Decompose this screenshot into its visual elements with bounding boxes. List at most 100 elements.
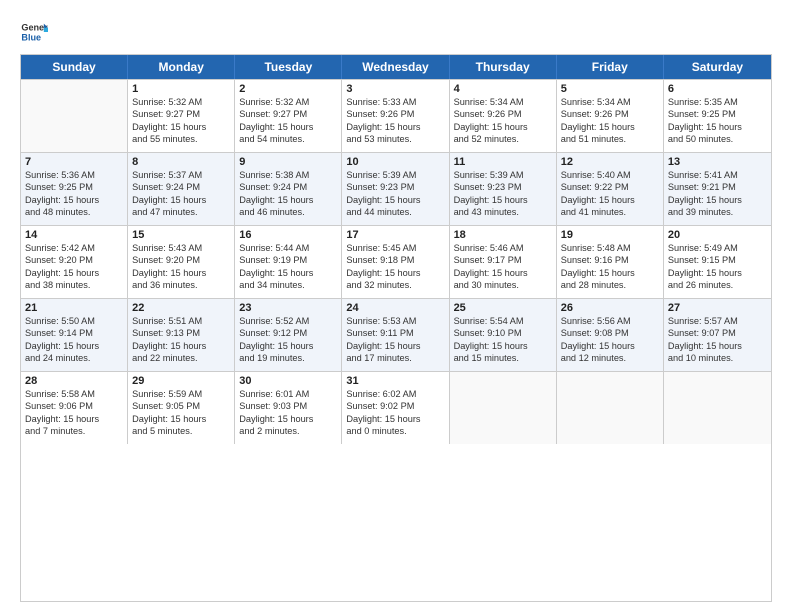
calendar-cell: 2Sunrise: 5:32 AMSunset: 9:27 PMDaylight…	[235, 80, 342, 152]
calendar-cell: 1Sunrise: 5:32 AMSunset: 9:27 PMDaylight…	[128, 80, 235, 152]
cal-header-cell: Saturday	[664, 55, 771, 79]
cell-text-line: Daylight: 15 hours	[132, 121, 230, 133]
cell-text-line: and 41 minutes.	[561, 206, 659, 218]
day-number: 17	[346, 229, 444, 241]
cell-text-line: Daylight: 15 hours	[454, 121, 552, 133]
cell-text-line: Daylight: 15 hours	[561, 121, 659, 133]
cell-text-line: Sunset: 9:18 PM	[346, 254, 444, 266]
cell-text-line: Daylight: 15 hours	[25, 340, 123, 352]
cell-text-line: and 0 minutes.	[346, 425, 444, 437]
cell-text-line: Sunrise: 6:02 AM	[346, 388, 444, 400]
cell-text-line: Daylight: 15 hours	[132, 267, 230, 279]
calendar-cell: 6Sunrise: 5:35 AMSunset: 9:25 PMDaylight…	[664, 80, 771, 152]
cell-text-line: Sunrise: 5:35 AM	[668, 96, 767, 108]
cell-text-line: Daylight: 15 hours	[346, 194, 444, 206]
day-number: 18	[454, 229, 552, 241]
cell-text-line: Sunset: 9:06 PM	[25, 400, 123, 412]
day-number: 7	[25, 156, 123, 168]
day-number: 25	[454, 302, 552, 314]
day-number: 13	[668, 156, 767, 168]
calendar-cell	[557, 372, 664, 444]
cell-text-line: Sunset: 9:27 PM	[239, 108, 337, 120]
cell-text-line: Sunrise: 5:45 AM	[346, 242, 444, 254]
cell-text-line: and 30 minutes.	[454, 279, 552, 291]
cell-text-line: Sunrise: 5:34 AM	[561, 96, 659, 108]
day-number: 12	[561, 156, 659, 168]
cell-text-line: Sunset: 9:15 PM	[668, 254, 767, 266]
calendar-cell: 25Sunrise: 5:54 AMSunset: 9:10 PMDayligh…	[450, 299, 557, 371]
cell-text-line: and 5 minutes.	[132, 425, 230, 437]
cal-header-cell: Sunday	[21, 55, 128, 79]
cell-text-line: Sunset: 9:05 PM	[132, 400, 230, 412]
cell-text-line: Sunset: 9:16 PM	[561, 254, 659, 266]
cell-text-line: Sunset: 9:12 PM	[239, 327, 337, 339]
calendar-cell: 20Sunrise: 5:49 AMSunset: 9:15 PMDayligh…	[664, 226, 771, 298]
cell-text-line: and 15 minutes.	[454, 352, 552, 364]
day-number: 6	[668, 83, 767, 95]
calendar-cell: 19Sunrise: 5:48 AMSunset: 9:16 PMDayligh…	[557, 226, 664, 298]
cell-text-line: Daylight: 15 hours	[668, 267, 767, 279]
cell-text-line: Daylight: 15 hours	[346, 340, 444, 352]
calendar-cell	[664, 372, 771, 444]
cell-text-line: Sunset: 9:11 PM	[346, 327, 444, 339]
cal-header-cell: Monday	[128, 55, 235, 79]
cell-text-line: and 10 minutes.	[668, 352, 767, 364]
calendar-cell: 14Sunrise: 5:42 AMSunset: 9:20 PMDayligh…	[21, 226, 128, 298]
cell-text-line: and 39 minutes.	[668, 206, 767, 218]
cell-text-line: and 52 minutes.	[454, 133, 552, 145]
cell-text-line: and 51 minutes.	[561, 133, 659, 145]
day-number: 16	[239, 229, 337, 241]
cell-text-line: and 12 minutes.	[561, 352, 659, 364]
cell-text-line: and 7 minutes.	[25, 425, 123, 437]
day-number: 11	[454, 156, 552, 168]
cell-text-line: and 48 minutes.	[25, 206, 123, 218]
cell-text-line: Sunset: 9:24 PM	[239, 181, 337, 193]
cell-text-line: Sunrise: 5:53 AM	[346, 315, 444, 327]
cell-text-line: Sunset: 9:23 PM	[454, 181, 552, 193]
cell-text-line: and 19 minutes.	[239, 352, 337, 364]
cell-text-line: Daylight: 15 hours	[25, 267, 123, 279]
cell-text-line: Sunset: 9:20 PM	[132, 254, 230, 266]
cell-text-line: Sunset: 9:07 PM	[668, 327, 767, 339]
calendar-cell: 7Sunrise: 5:36 AMSunset: 9:25 PMDaylight…	[21, 153, 128, 225]
svg-text:Blue: Blue	[21, 32, 41, 42]
cell-text-line: and 55 minutes.	[132, 133, 230, 145]
page-header: General Blue	[20, 18, 772, 46]
calendar-cell: 8Sunrise: 5:37 AMSunset: 9:24 PMDaylight…	[128, 153, 235, 225]
calendar: SundayMondayTuesdayWednesdayThursdayFrid…	[20, 54, 772, 602]
cell-text-line: and 54 minutes.	[239, 133, 337, 145]
cell-text-line: Sunset: 9:10 PM	[454, 327, 552, 339]
day-number: 10	[346, 156, 444, 168]
cell-text-line: Sunset: 9:20 PM	[25, 254, 123, 266]
cell-text-line: Daylight: 15 hours	[454, 194, 552, 206]
cell-text-line: Daylight: 15 hours	[454, 267, 552, 279]
day-number: 2	[239, 83, 337, 95]
cell-text-line: Daylight: 15 hours	[239, 267, 337, 279]
cal-header-cell: Wednesday	[342, 55, 449, 79]
calendar-cell: 23Sunrise: 5:52 AMSunset: 9:12 PMDayligh…	[235, 299, 342, 371]
cell-text-line: Sunrise: 5:38 AM	[239, 169, 337, 181]
cell-text-line: Daylight: 15 hours	[239, 194, 337, 206]
cell-text-line: Daylight: 15 hours	[132, 194, 230, 206]
day-number: 5	[561, 83, 659, 95]
cell-text-line: Sunrise: 5:56 AM	[561, 315, 659, 327]
day-number: 4	[454, 83, 552, 95]
cell-text-line: and 2 minutes.	[239, 425, 337, 437]
day-number: 1	[132, 83, 230, 95]
calendar-cell: 10Sunrise: 5:39 AMSunset: 9:23 PMDayligh…	[342, 153, 449, 225]
cell-text-line: Daylight: 15 hours	[561, 267, 659, 279]
cell-text-line: Daylight: 15 hours	[346, 121, 444, 133]
calendar-cell: 24Sunrise: 5:53 AMSunset: 9:11 PMDayligh…	[342, 299, 449, 371]
cell-text-line: Sunrise: 5:48 AM	[561, 242, 659, 254]
cell-text-line: and 26 minutes.	[668, 279, 767, 291]
cell-text-line: Sunrise: 5:33 AM	[346, 96, 444, 108]
cell-text-line: Sunrise: 5:50 AM	[25, 315, 123, 327]
calendar-cell: 22Sunrise: 5:51 AMSunset: 9:13 PMDayligh…	[128, 299, 235, 371]
calendar-cell: 5Sunrise: 5:34 AMSunset: 9:26 PMDaylight…	[557, 80, 664, 152]
calendar-cell: 28Sunrise: 5:58 AMSunset: 9:06 PMDayligh…	[21, 372, 128, 444]
cell-text-line: Sunset: 9:22 PM	[561, 181, 659, 193]
cell-text-line: Sunset: 9:03 PM	[239, 400, 337, 412]
day-number: 22	[132, 302, 230, 314]
day-number: 31	[346, 375, 444, 387]
cell-text-line: and 36 minutes.	[132, 279, 230, 291]
